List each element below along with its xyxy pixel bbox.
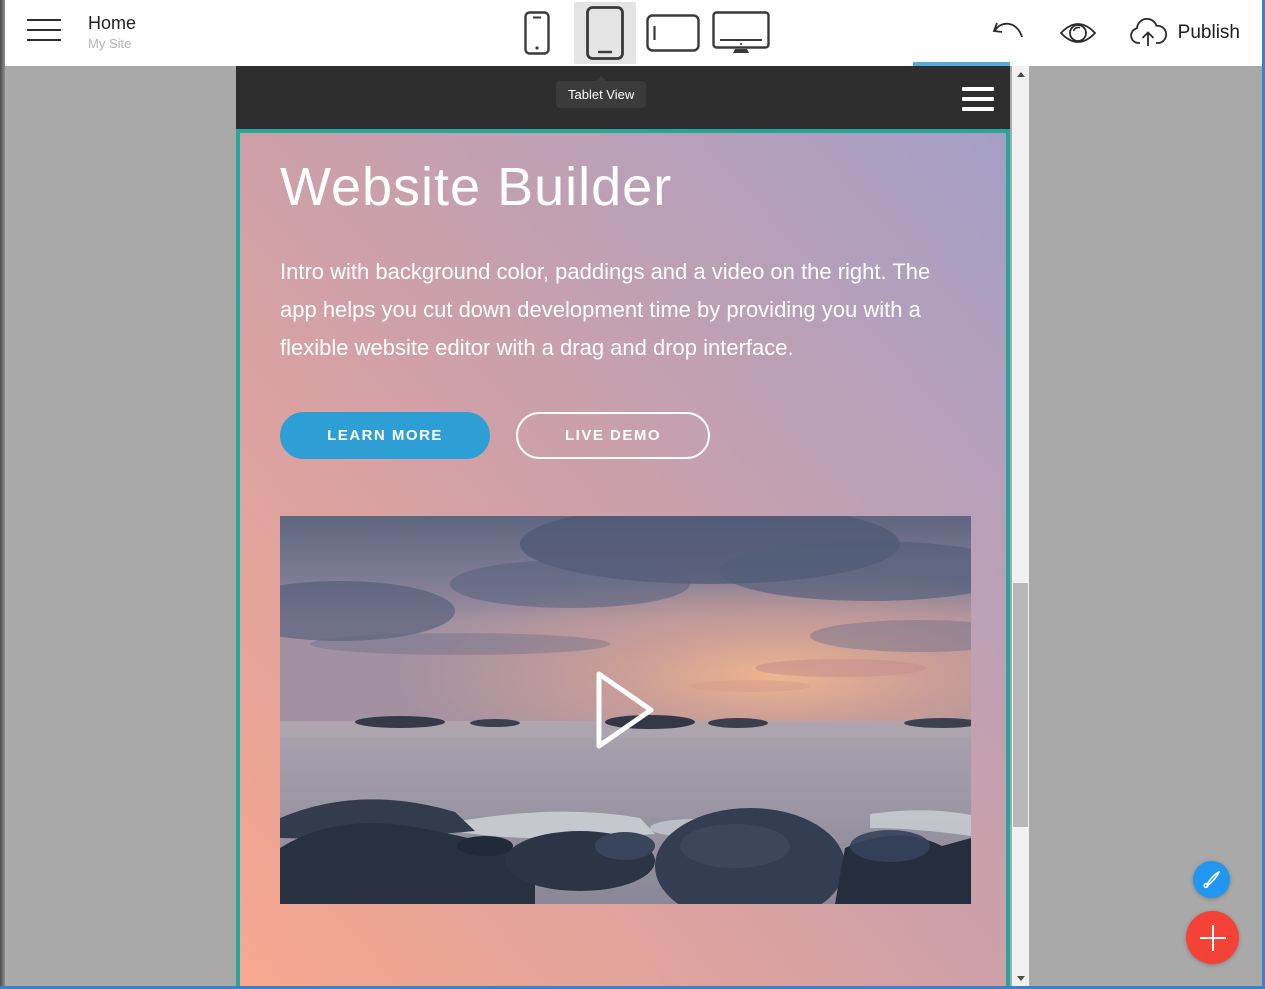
eye-icon [1058,20,1098,46]
preview-button[interactable] [1058,20,1098,46]
hamburger-icon [27,19,61,21]
app-window: Home My Site [0,0,1265,989]
publish-label: Publish [1178,22,1240,44]
preview-menu-button[interactable] [962,87,994,111]
hero-buttons: LEARN MORE LIVE DEMO [280,412,1006,459]
tablet-icon [586,6,624,60]
hero-title[interactable]: Website Builder [280,155,1006,219]
triangle-down-icon [1017,976,1025,981]
undo-icon [990,18,1028,48]
tablet-landscape-icon [646,14,700,52]
tablet-preview-canvas: Website Builder Intro with background co… [236,66,1010,989]
scroll-up-button[interactable] [1012,66,1029,82]
learn-more-button[interactable]: LEARN MORE [280,412,490,459]
style-brush-fab[interactable] [1193,861,1230,898]
hamburger-icon [962,87,994,91]
scrollbar-thumb[interactable] [1013,583,1028,827]
tablet-view-button[interactable] [574,2,636,64]
publish-button[interactable]: Publish [1128,17,1240,49]
brush-icon [1201,869,1223,891]
window-edge-left [0,0,5,989]
vertical-scrollbar[interactable] [1012,66,1029,986]
toolbar-actions: Publish [990,0,1240,66]
plus-icon [1200,925,1226,951]
page-title: Home [88,11,136,35]
site-title-block: Home My Site [88,11,136,53]
device-tooltip: Tablet View [556,81,646,108]
play-icon[interactable] [593,668,659,752]
device-view-switcher [503,0,775,66]
hero-description[interactable]: Intro with background color, paddings an… [280,253,940,367]
tablet-landscape-view-button[interactable] [642,2,704,64]
triangle-up-icon [1017,72,1025,77]
main-menu-button[interactable] [27,19,61,41]
add-block-fab[interactable] [1186,911,1239,964]
mobile-icon [524,11,550,55]
mobile-view-button[interactable] [506,2,568,64]
scroll-down-button[interactable] [1012,970,1029,986]
site-name: My Site [88,35,136,53]
hero-video[interactable] [280,516,971,904]
popup-remnant-bar [913,62,1010,66]
cloud-upload-icon [1128,17,1168,49]
desktop-icon [712,11,770,55]
live-demo-button[interactable]: LIVE DEMO [516,412,710,459]
hero-block-selected[interactable]: Website Builder Intro with background co… [236,129,1010,989]
undo-button[interactable] [990,18,1028,48]
top-toolbar: Home My Site [0,0,1265,66]
desktop-view-button[interactable] [710,2,772,64]
